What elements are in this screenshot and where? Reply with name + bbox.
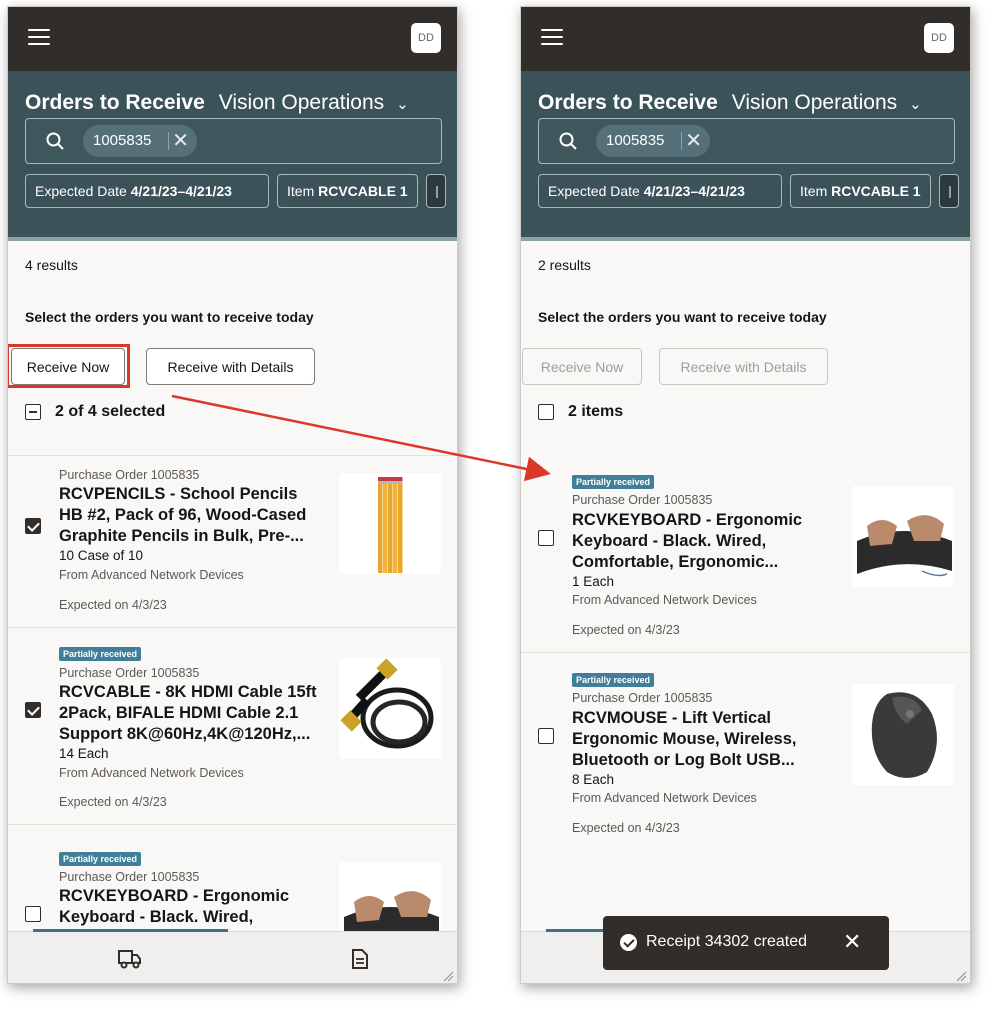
close-icon[interactable]: ✕ <box>685 125 702 157</box>
resize-handle[interactable] <box>955 970 967 982</box>
receive-with-details-button[interactable]: Receive with Details <box>146 348 315 385</box>
close-icon[interactable]: ✕ <box>172 125 189 157</box>
status-badge: Partially received <box>572 475 655 489</box>
status-badge: Partially received <box>59 852 142 866</box>
search-input[interactable]: 1005835 ✕ <box>25 118 442 164</box>
search-chip-label: 1005835 <box>93 132 152 149</box>
filter-bar: Expected Date 4/21/23–4/21/23 Item RCVCA… <box>25 174 455 208</box>
order-checkbox[interactable] <box>25 518 41 534</box>
receive-now-button[interactable]: Receive Now <box>522 348 642 385</box>
order-checkbox[interactable] <box>538 728 554 744</box>
results-count: 4 results <box>25 257 78 273</box>
chevron-down-icon[interactable]: ⌄ <box>909 95 922 113</box>
search-icon <box>559 132 577 150</box>
page-title: Orders to Receive <box>538 91 718 114</box>
filter-more[interactable] <box>426 174 446 208</box>
truck-icon[interactable] <box>118 948 142 970</box>
receive-with-details-button[interactable]: Receive with Details <box>659 348 828 385</box>
order-expected-date: Expected on 4/3/23 <box>59 598 167 612</box>
order-supplier: From Advanced Network Devices <box>59 766 244 780</box>
bottom-navigation <box>8 929 457 983</box>
order-checkbox[interactable] <box>538 530 554 546</box>
order-title: RCVMOUSE - Lift Vertical Ergonomic Mouse… <box>572 709 797 769</box>
hamburger-icon[interactable] <box>28 29 50 47</box>
app-top-bar: DD <box>521 7 970 71</box>
chevron-down-icon[interactable]: ⌄ <box>396 95 409 113</box>
product-image-hdmi-cable <box>339 658 441 759</box>
filter-expected-date[interactable]: Expected Date 4/21/23–4/21/23 <box>25 174 269 208</box>
search-chip-label: 1005835 <box>606 132 665 149</box>
order-supplier: From Advanced Network Devices <box>572 791 757 805</box>
search-input[interactable]: 1005835 ✕ <box>538 118 955 164</box>
filter-bar: Expected Date 4/21/23–4/21/23 Item RCVCA… <box>538 174 968 208</box>
filter-item[interactable]: Item RCVCABLE 1 <box>277 174 418 208</box>
order-quantity: 1 Each <box>572 574 615 589</box>
toast-notification: Receipt 34302 created ✕ <box>603 916 889 970</box>
phone-screen-before: DD Orders to Receive Vision Operations ⌄… <box>7 6 458 984</box>
product-image-mouse <box>852 684 954 785</box>
product-image-keyboard <box>852 486 954 587</box>
page-title: Orders to Receive <box>25 91 205 114</box>
highlight-box <box>8 344 130 388</box>
filter-item[interactable]: Item RCVCABLE 1 <box>790 174 931 208</box>
product-image-pencils <box>339 473 441 574</box>
toast-message: Receipt 34302 created <box>646 933 807 950</box>
page-header: Orders to Receive Vision Operations ⌄ 10… <box>8 71 457 241</box>
order-supplier: From Advanced Network Devices <box>572 593 757 607</box>
app-top-bar: DD <box>8 7 457 71</box>
order-expected-date: Expected on 4/3/23 <box>572 623 680 637</box>
search-icon <box>46 132 64 150</box>
select-all-checkbox[interactable] <box>25 404 41 420</box>
search-chip[interactable]: 1005835 ✕ <box>83 125 197 157</box>
status-badge: Partially received <box>572 673 655 687</box>
order-card[interactable]: Partially received Purchase Order 100583… <box>8 824 457 963</box>
close-icon[interactable]: ✕ <box>843 929 861 955</box>
selection-count: 2 items <box>568 403 624 420</box>
purchase-order-number: Purchase Order 1005835 <box>59 468 200 482</box>
order-title: RCVKEYBOARD - Ergonomic Keyboard - Black… <box>59 887 290 932</box>
purchase-order-number: Purchase Order 1005835 <box>59 666 200 680</box>
document-icon[interactable] <box>350 948 370 970</box>
selection-count: 2 of 4 selected <box>55 403 166 420</box>
hamburger-icon[interactable] <box>541 29 563 47</box>
page-header: Orders to Receive Vision Operations ⌄ 10… <box>521 71 970 241</box>
order-card[interactable]: Partially received Purchase Order 100583… <box>8 627 457 824</box>
results-count: 2 results <box>538 257 591 273</box>
org-selector[interactable]: Vision Operations <box>219 91 384 115</box>
instructions-text: Select the orders you want to receive to… <box>25 309 314 325</box>
search-chip[interactable]: 1005835 ✕ <box>596 125 710 157</box>
active-tab-indicator <box>33 929 228 932</box>
org-selector[interactable]: Vision Operations <box>732 91 897 115</box>
order-quantity: 14 Each <box>59 746 109 761</box>
order-card[interactable]: Partially received Purchase Order 100583… <box>521 455 970 652</box>
phone-screen-after: DD Orders to Receive Vision Operations ⌄… <box>520 6 971 984</box>
order-supplier: From Advanced Network Devices <box>59 568 244 582</box>
order-title: RCVPENCILS - School Pencils HB #2, Pack … <box>59 485 307 545</box>
select-all-checkbox[interactable] <box>538 404 554 420</box>
order-expected-date: Expected on 4/3/23 <box>59 795 167 809</box>
order-quantity: 8 Each <box>572 772 615 787</box>
purchase-order-number: Purchase Order 1005835 <box>59 870 200 884</box>
filter-expected-date[interactable]: Expected Date 4/21/23–4/21/23 <box>538 174 782 208</box>
order-title: RCVCABLE - 8K HDMI Cable 15ft 2Pack, BIF… <box>59 683 317 743</box>
order-checkbox[interactable] <box>25 702 41 718</box>
purchase-order-number: Purchase Order 1005835 <box>572 493 713 507</box>
avatar[interactable]: DD <box>924 23 954 53</box>
order-card[interactable]: Partially received Purchase Order 100583… <box>521 652 970 849</box>
order-quantity: 10 Case of 10 <box>59 548 144 563</box>
instructions-text: Select the orders you want to receive to… <box>538 309 827 325</box>
check-circle-icon <box>620 934 637 951</box>
resize-handle[interactable] <box>442 970 454 982</box>
order-card[interactable]: Purchase Order 1005835 RCVPENCILS - Scho… <box>8 455 457 627</box>
purchase-order-number: Purchase Order 1005835 <box>572 691 713 705</box>
order-expected-date: Expected on 4/3/23 <box>572 821 680 835</box>
avatar[interactable]: DD <box>411 23 441 53</box>
filter-more[interactable] <box>939 174 959 208</box>
order-title: RCVKEYBOARD - Ergonomic Keyboard - Black… <box>572 511 803 571</box>
order-checkbox[interactable] <box>25 906 41 922</box>
status-badge: Partially received <box>59 647 142 661</box>
